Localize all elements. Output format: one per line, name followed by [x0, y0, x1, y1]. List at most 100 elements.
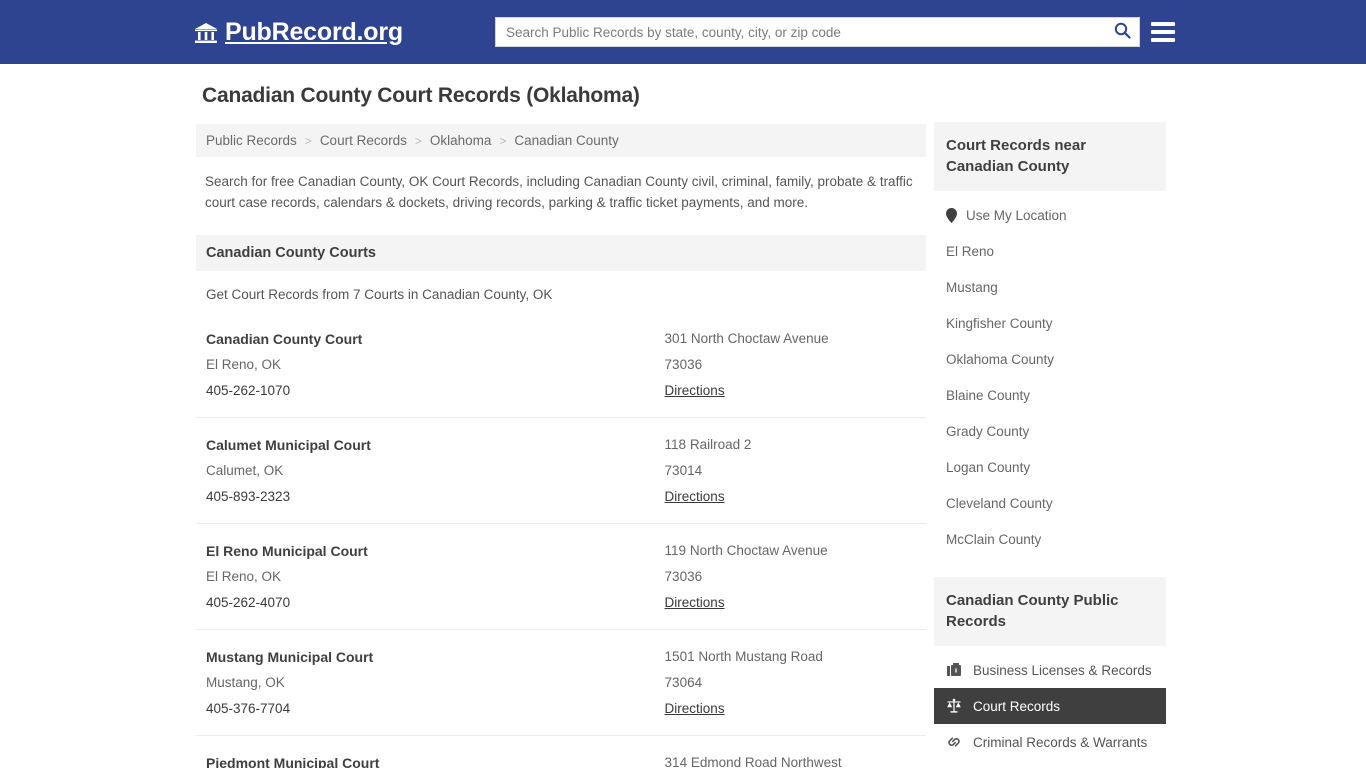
scales-of-justice-icon	[946, 698, 962, 714]
page-root: PubRecord.org Canadian County Court R	[0, 0, 1366, 768]
hamburger-menu-icon[interactable]	[1151, 19, 1175, 45]
court-phone[interactable]: 405-262-4070	[206, 595, 290, 610]
sidebar-item-label: Use My Location	[966, 207, 1067, 223]
courts-section-subheading: Get Court Records from 7 Courts in Canad…	[206, 287, 553, 302]
sidebar-public-records-block: Canadian County Public Records Business …	[934, 577, 1166, 768]
table-row: Calumet Municipal Court Calumet, OK 405-…	[196, 417, 926, 523]
sidebar-item-oklahoma-county[interactable]: Oklahoma County	[934, 341, 1166, 377]
directions-link[interactable]: Directions	[665, 383, 725, 398]
sidebar-item-logan-county[interactable]: Logan County	[934, 449, 1166, 485]
table-row: Canadian County Court El Reno, OK 405-26…	[196, 312, 926, 417]
court-zip: 73064	[664, 675, 703, 690]
table-row: Mustang Municipal Court Mustang, OK 405-…	[196, 629, 926, 735]
sidebar-item-blaine-county[interactable]: Blaine County	[934, 377, 1166, 413]
sidebar-item-label: Business Licenses & Records	[973, 662, 1152, 678]
handcuffs-icon	[946, 734, 962, 750]
court-name: El Reno Municipal Court	[206, 543, 368, 559]
breadcrumb-item-court-records[interactable]: Court Records	[320, 133, 407, 148]
breadcrumb-item-oklahoma[interactable]: Oklahoma	[430, 133, 492, 148]
sidebar-item-label: El Reno	[946, 243, 995, 259]
court-phone[interactable]: 405-262-1070	[206, 383, 290, 398]
court-zip: 73014	[664, 463, 703, 478]
court-address: 301 North Choctaw Avenue	[664, 331, 829, 346]
sidebar-item-label: Criminal Records & Warrants	[973, 734, 1148, 750]
courts-section-heading: Canadian County Courts	[196, 235, 926, 271]
court-info-column: Piedmont Municipal Court Piedmont, OK 40…	[206, 750, 665, 768]
sidebar-item-mustang[interactable]: Mustang	[934, 269, 1166, 305]
page-intro-text: Search for free Canadian County, OK Cour…	[205, 174, 913, 210]
sidebar-item-label: Mustang	[946, 279, 998, 295]
breadcrumb-separator: >	[414, 133, 422, 148]
search-button[interactable]	[1105, 18, 1139, 46]
sidebar-public-records-heading: Canadian County Public Records	[934, 577, 1166, 646]
table-row: El Reno Municipal Court El Reno, OK 405-…	[196, 523, 926, 629]
main-content: Canadian County Court Records (Oklahoma)…	[196, 84, 926, 768]
court-address: 119 North Choctaw Avenue	[664, 543, 828, 558]
breadcrumb: Public Records > Court Records > Oklahom…	[196, 124, 926, 157]
directions-link[interactable]: Directions	[665, 595, 725, 610]
court-address: 314 Edmond Road Northwest	[664, 755, 842, 768]
court-info-column: Mustang Municipal Court Mustang, OK 405-…	[206, 644, 665, 722]
page-title: Canadian County Court Records (Oklahoma)	[202, 84, 640, 107]
court-address: 1501 North Mustang Road	[664, 649, 823, 664]
sidebar-item-court-records[interactable]: Court Records	[934, 688, 1166, 724]
briefcase-icon	[946, 662, 962, 678]
sidebar-item-label: Cleveland County	[946, 495, 1053, 511]
sidebar-item-label: Logan County	[946, 459, 1031, 475]
court-city-state: El Reno, OK	[206, 569, 282, 584]
court-name: Mustang Municipal Court	[206, 649, 374, 665]
site-header: PubRecord.org	[0, 0, 1366, 64]
sidebar-item-label: Grady County	[946, 423, 1030, 439]
court-info-column: Canadian County Court El Reno, OK 405-26…	[206, 326, 665, 404]
sidebar-public-records-list: Business Licenses & Records Court Record…	[934, 646, 1166, 768]
table-row: Piedmont Municipal Court Piedmont, OK 40…	[196, 735, 926, 768]
sidebar-nearby-heading: Court Records near Canadian County	[934, 122, 1166, 191]
search-icon	[1114, 22, 1131, 42]
court-zip: 73036	[664, 357, 703, 372]
sidebar-item-label: Blaine County	[946, 387, 1031, 403]
court-address-column: 301 North Choctaw Avenue 73036 Direction…	[665, 326, 916, 404]
breadcrumb-separator: >	[499, 133, 507, 148]
sidebar-item-label: Kingfisher County	[946, 315, 1053, 331]
sidebar-item-inmate-jail-records[interactable]: Inmate & Jail Records	[934, 760, 1166, 768]
court-address-column: 118 Railroad 2 73014 Directions	[665, 432, 916, 510]
directions-link[interactable]: Directions	[665, 489, 725, 504]
sidebar-item-mcclain-county[interactable]: McClain County	[934, 521, 1166, 557]
court-phone[interactable]: 405-376-7704	[206, 701, 290, 716]
court-info-column: Calumet Municipal Court Calumet, OK 405-…	[206, 432, 665, 510]
sidebar-item-use-my-location[interactable]: Use My Location	[934, 197, 1166, 233]
bank-icon	[194, 22, 218, 44]
sidebar-nearby-list: Use My Location El Reno Mustang Kingfish…	[934, 191, 1166, 557]
site-logo[interactable]: PubRecord.org	[194, 18, 403, 47]
court-address: 118 Railroad 2	[664, 437, 752, 452]
court-address-column: 1501 North Mustang Road 73064 Directions	[665, 644, 916, 722]
sidebar-item-label: McClain County	[946, 531, 1042, 547]
sidebar-item-el-reno[interactable]: El Reno	[934, 233, 1166, 269]
sidebar: Court Records near Canadian County Use M…	[934, 122, 1166, 768]
court-address-column: 314 Edmond Road Northwest 73078 Directio…	[665, 750, 916, 768]
court-info-column: El Reno Municipal Court El Reno, OK 405-…	[206, 538, 665, 616]
hamburger-bar	[1151, 30, 1175, 34]
directions-link[interactable]: Directions	[665, 701, 725, 716]
court-city-state: Calumet, OK	[206, 463, 284, 478]
search-input[interactable]	[496, 18, 1105, 46]
sidebar-item-grady-county[interactable]: Grady County	[934, 413, 1166, 449]
brand-name: PubRecord.org	[225, 18, 403, 46]
court-name: Calumet Municipal Court	[206, 437, 371, 453]
breadcrumb-item-public-records[interactable]: Public Records	[206, 133, 297, 148]
court-city-state: Mustang, OK	[206, 675, 285, 690]
hamburger-bar	[1151, 22, 1175, 26]
court-zip: 73036	[664, 569, 703, 584]
hamburger-bar	[1151, 38, 1175, 42]
sidebar-item-business-licenses[interactable]: Business Licenses & Records	[934, 652, 1166, 688]
map-pin-icon	[946, 207, 957, 223]
court-name: Piedmont Municipal Court	[206, 755, 380, 768]
sidebar-item-label: Court Records	[973, 698, 1061, 714]
sidebar-item-criminal-records[interactable]: Criminal Records & Warrants	[934, 724, 1166, 760]
sidebar-item-kingfisher-county[interactable]: Kingfisher County	[934, 305, 1166, 341]
breadcrumb-item-canadian-county[interactable]: Canadian County	[514, 133, 618, 148]
search-bar	[495, 17, 1140, 47]
breadcrumb-separator: >	[304, 133, 312, 148]
sidebar-item-cleveland-county[interactable]: Cleveland County	[934, 485, 1166, 521]
court-phone[interactable]: 405-893-2323	[206, 489, 290, 504]
